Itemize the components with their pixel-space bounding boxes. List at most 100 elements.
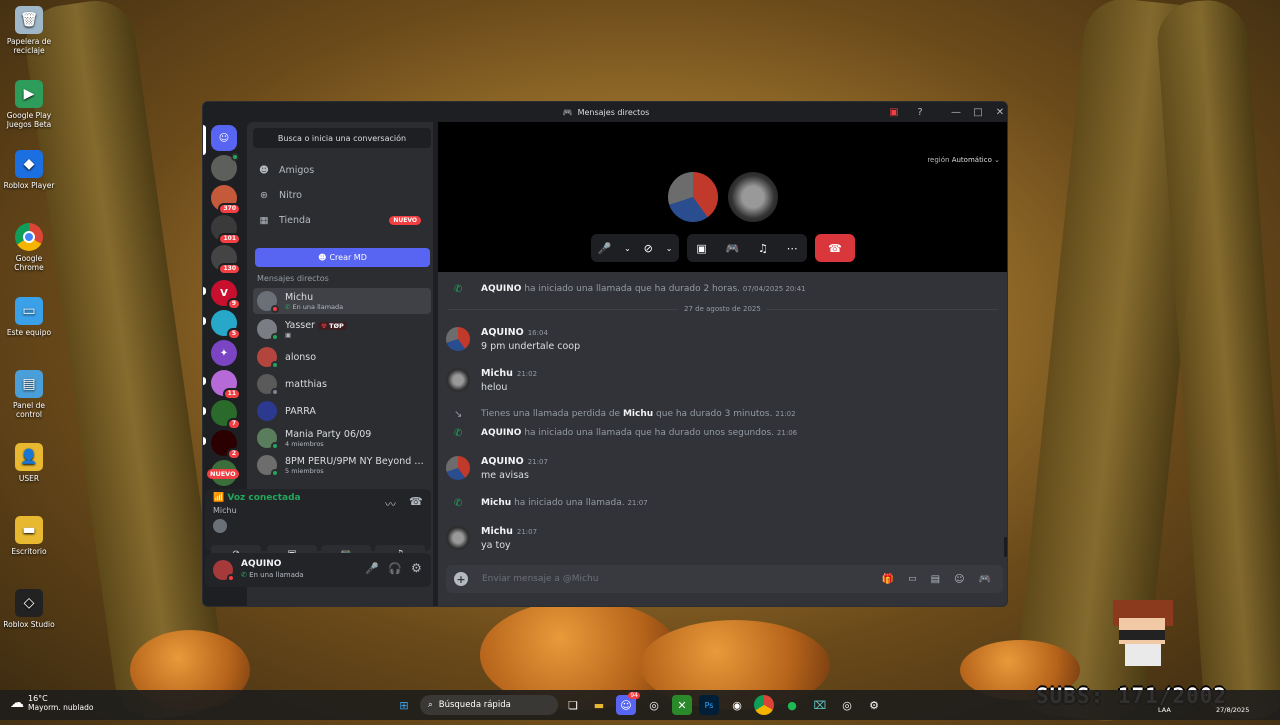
clock-date[interactable]: 27/8/2025 bbox=[1216, 706, 1249, 714]
terminal-icon[interactable]: ⌧ bbox=[810, 695, 830, 715]
region-value: Automático bbox=[951, 156, 992, 164]
new-servers-badge[interactable]: NUEVO bbox=[207, 469, 239, 479]
settings-taskbar-icon[interactable]: ⚙ bbox=[864, 695, 884, 715]
more-options-icon[interactable]: ⋯ bbox=[787, 242, 798, 255]
server-icon[interactable]: V9 bbox=[211, 280, 241, 310]
server-icon[interactable]: 5 bbox=[211, 310, 241, 340]
desktop-icon-this-pc[interactable]: ▭ Este equipo bbox=[0, 297, 58, 337]
start-button[interactable]: ⊞ bbox=[394, 695, 414, 715]
message-author[interactable]: AQUINO bbox=[481, 456, 524, 467]
sidebar-item-friends[interactable]: ☻ Amigos bbox=[257, 160, 427, 180]
participant-avatar-aquino[interactable] bbox=[668, 172, 718, 222]
settings-gear-icon[interactable]: ⚙ bbox=[411, 561, 422, 575]
sidebar-item-nitro[interactable]: ⊛ Nitro bbox=[257, 185, 427, 205]
region-selector[interactable]: región Automático ⌄ bbox=[927, 156, 1000, 164]
roblox-icon: ◆ bbox=[15, 150, 43, 178]
xbox-icon[interactable]: ✕ bbox=[672, 695, 692, 715]
gift-icon[interactable]: 🎁 bbox=[882, 574, 894, 585]
chrome-taskbar-icon[interactable] bbox=[754, 695, 774, 715]
message-avatar[interactable] bbox=[446, 526, 470, 550]
soundboard-icon[interactable]: ♫ bbox=[758, 242, 768, 255]
dm-name: alonso bbox=[285, 351, 317, 363]
server-icon[interactable]: 101 bbox=[211, 215, 241, 245]
close-button[interactable]: ✕ bbox=[989, 102, 1007, 122]
server-icon[interactable]: ✦ bbox=[211, 340, 237, 366]
dm-item-alonso[interactable]: alonso bbox=[253, 344, 431, 370]
dm-item-mania-party[interactable]: Mania Party 06/09 4 miembros bbox=[253, 425, 431, 451]
noise-suppression-icon[interactable]: 〰 bbox=[385, 496, 396, 512]
hang-up-icon: ☎ bbox=[828, 241, 842, 255]
inbox-icon[interactable]: ▣ bbox=[883, 102, 905, 122]
dm-item-8pm-peru[interactable]: 8PM PERU/9PM NY Beyond T... 5 miembros bbox=[253, 452, 431, 478]
gif-icon[interactable]: ▭ bbox=[908, 574, 917, 584]
apps-icon[interactable]: 🎮 bbox=[979, 574, 991, 585]
message-avatar[interactable] bbox=[446, 327, 470, 351]
add-attachment-icon[interactable]: + bbox=[454, 572, 468, 586]
minimize-button[interactable]: — bbox=[945, 102, 967, 122]
camera-off-icon[interactable]: ⊘ bbox=[644, 242, 653, 255]
server-icon[interactable]: 11 bbox=[211, 370, 241, 400]
help-icon[interactable]: ? bbox=[909, 102, 931, 122]
sidebar-item-shop[interactable]: ▦ Tienda NUEVO bbox=[257, 210, 427, 230]
create-dm-button[interactable]: ☻ Crear MD bbox=[255, 248, 430, 267]
desktop-icon-google-play[interactable]: ▶ Google Play Juegos Beta bbox=[0, 80, 58, 129]
sticker-icon[interactable]: ▤ bbox=[931, 574, 940, 585]
home-button[interactable]: ☺ bbox=[211, 125, 237, 151]
desktop-icon-recycle-bin[interactable]: 🗑 Papelera de reciclaje bbox=[0, 6, 58, 55]
task-view-icon[interactable]: ❏ bbox=[563, 695, 583, 715]
emoji-icon[interactable]: ☺ bbox=[954, 574, 964, 585]
microphone-icon[interactable]: 🎤 bbox=[365, 562, 379, 575]
server-icon[interactable]: 130 bbox=[211, 245, 241, 275]
message-avatar[interactable] bbox=[446, 456, 470, 480]
steam-alt-icon[interactable]: ◎ bbox=[837, 695, 857, 715]
desktop-icon-escritorio[interactable]: ▬ Escritorio bbox=[0, 516, 58, 556]
desktop-icon-chrome[interactable]: Google Chrome bbox=[0, 223, 58, 272]
voice-status[interactable]: 📶 Voz conectada bbox=[213, 493, 301, 503]
message-avatar[interactable] bbox=[446, 368, 470, 392]
message-input[interactable]: Enviar mensaje a @Michu bbox=[482, 574, 882, 584]
avatar bbox=[257, 319, 279, 341]
discord-taskbar-icon[interactable]: ☺ 94 bbox=[616, 692, 640, 715]
desktop-icon-roblox-studio[interactable]: ◇ Roblox Studio bbox=[0, 589, 58, 629]
disconnect-icon[interactable]: ☎ bbox=[409, 495, 423, 508]
status-dot bbox=[271, 442, 279, 450]
message-author[interactable]: Michu bbox=[481, 526, 513, 537]
dm-item-michu[interactable]: Michu ✆ En una llamada bbox=[253, 288, 431, 314]
desktop-icon-control-panel[interactable]: ▤ Panel de control bbox=[0, 370, 58, 419]
headphones-icon[interactable]: 🎧 bbox=[388, 562, 402, 575]
chevron-down-icon[interactable]: ⌄ bbox=[666, 244, 673, 253]
message-text: helou bbox=[481, 382, 508, 393]
server-icon[interactable]: 370 bbox=[211, 185, 241, 215]
screen-share-icon[interactable]: ▣ bbox=[696, 242, 706, 255]
dm-item-parra[interactable]: PARRA bbox=[253, 398, 431, 424]
search-box[interactable]: ⌕ Búsqueda rápida bbox=[420, 695, 558, 715]
dm-item-yasser[interactable]: Yasser ☢ TØP ▣ bbox=[253, 316, 431, 342]
server-icon[interactable] bbox=[211, 153, 239, 181]
spotify-icon[interactable]: ● bbox=[782, 695, 802, 715]
steam-icon[interactable]: ◎ bbox=[644, 695, 664, 715]
desktop-icon-user[interactable]: 👤 USER bbox=[0, 443, 58, 483]
chevron-down-icon[interactable]: ⌄ bbox=[624, 244, 631, 253]
obs-icon[interactable]: ◉ bbox=[727, 695, 747, 715]
message-author[interactable]: AQUINO bbox=[481, 327, 524, 338]
maximize-button[interactable]: □ bbox=[967, 102, 989, 122]
file-explorer-icon[interactable]: ▬ bbox=[589, 695, 609, 715]
participant-avatar-michu[interactable] bbox=[728, 172, 778, 222]
message-time: 07/04/2025 20:41 bbox=[742, 285, 806, 293]
hang-up-button[interactable]: ☎ bbox=[815, 234, 855, 262]
scrollbar[interactable] bbox=[1004, 537, 1007, 557]
voice-member-avatar[interactable] bbox=[213, 519, 227, 533]
message-author[interactable]: Michu bbox=[481, 368, 513, 379]
microphone-icon[interactable]: 🎤 bbox=[597, 242, 611, 255]
desktop-icon-roblox-player[interactable]: ◆ Roblox Player bbox=[0, 150, 58, 190]
server-icon[interactable]: 7 bbox=[211, 400, 241, 430]
search-conversation-button[interactable]: Busca o inicia una conversación bbox=[253, 128, 431, 148]
language-indicator[interactable]: LAA bbox=[1158, 706, 1171, 714]
server-icon[interactable]: 2 bbox=[211, 430, 241, 460]
gamepad-icon[interactable]: 🎮 bbox=[726, 242, 740, 255]
weather-widget[interactable]: ☁ 16°C Mayorm. nublado bbox=[10, 694, 93, 712]
user-avatar[interactable] bbox=[213, 560, 235, 582]
photoshop-icon[interactable]: Ps bbox=[699, 695, 719, 715]
message-text: que ha durado 3 minutos. bbox=[656, 409, 773, 419]
dm-item-matthias[interactable]: matthias bbox=[253, 371, 431, 397]
